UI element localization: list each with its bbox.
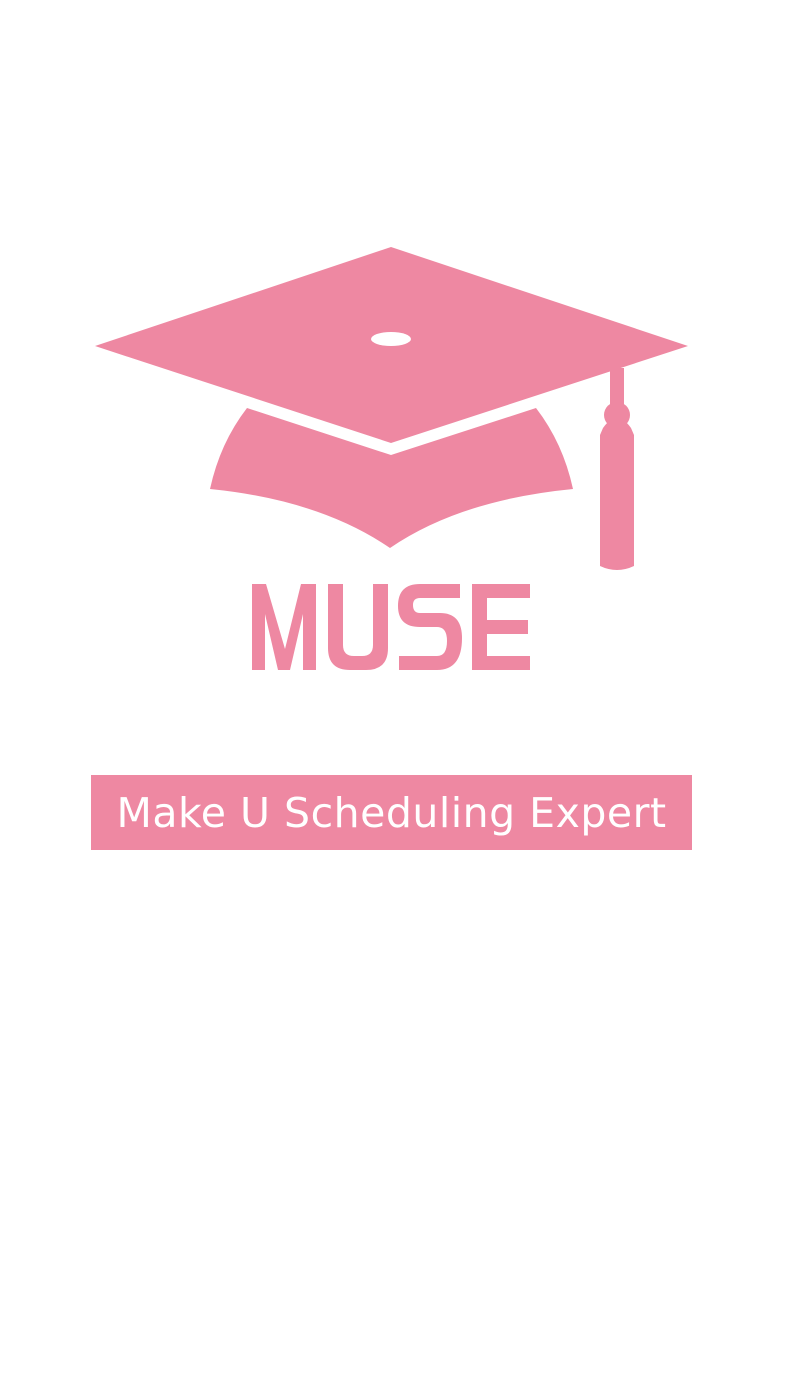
graduation-cap-icon [95, 247, 688, 570]
tagline-banner: Make U Scheduling Expert [91, 775, 692, 850]
app-logo [95, 247, 688, 670]
wordmark-muse [252, 584, 530, 670]
splash-screen: Make U Scheduling Expert [0, 0, 786, 1398]
tagline-text: Make U Scheduling Expert [116, 788, 667, 837]
